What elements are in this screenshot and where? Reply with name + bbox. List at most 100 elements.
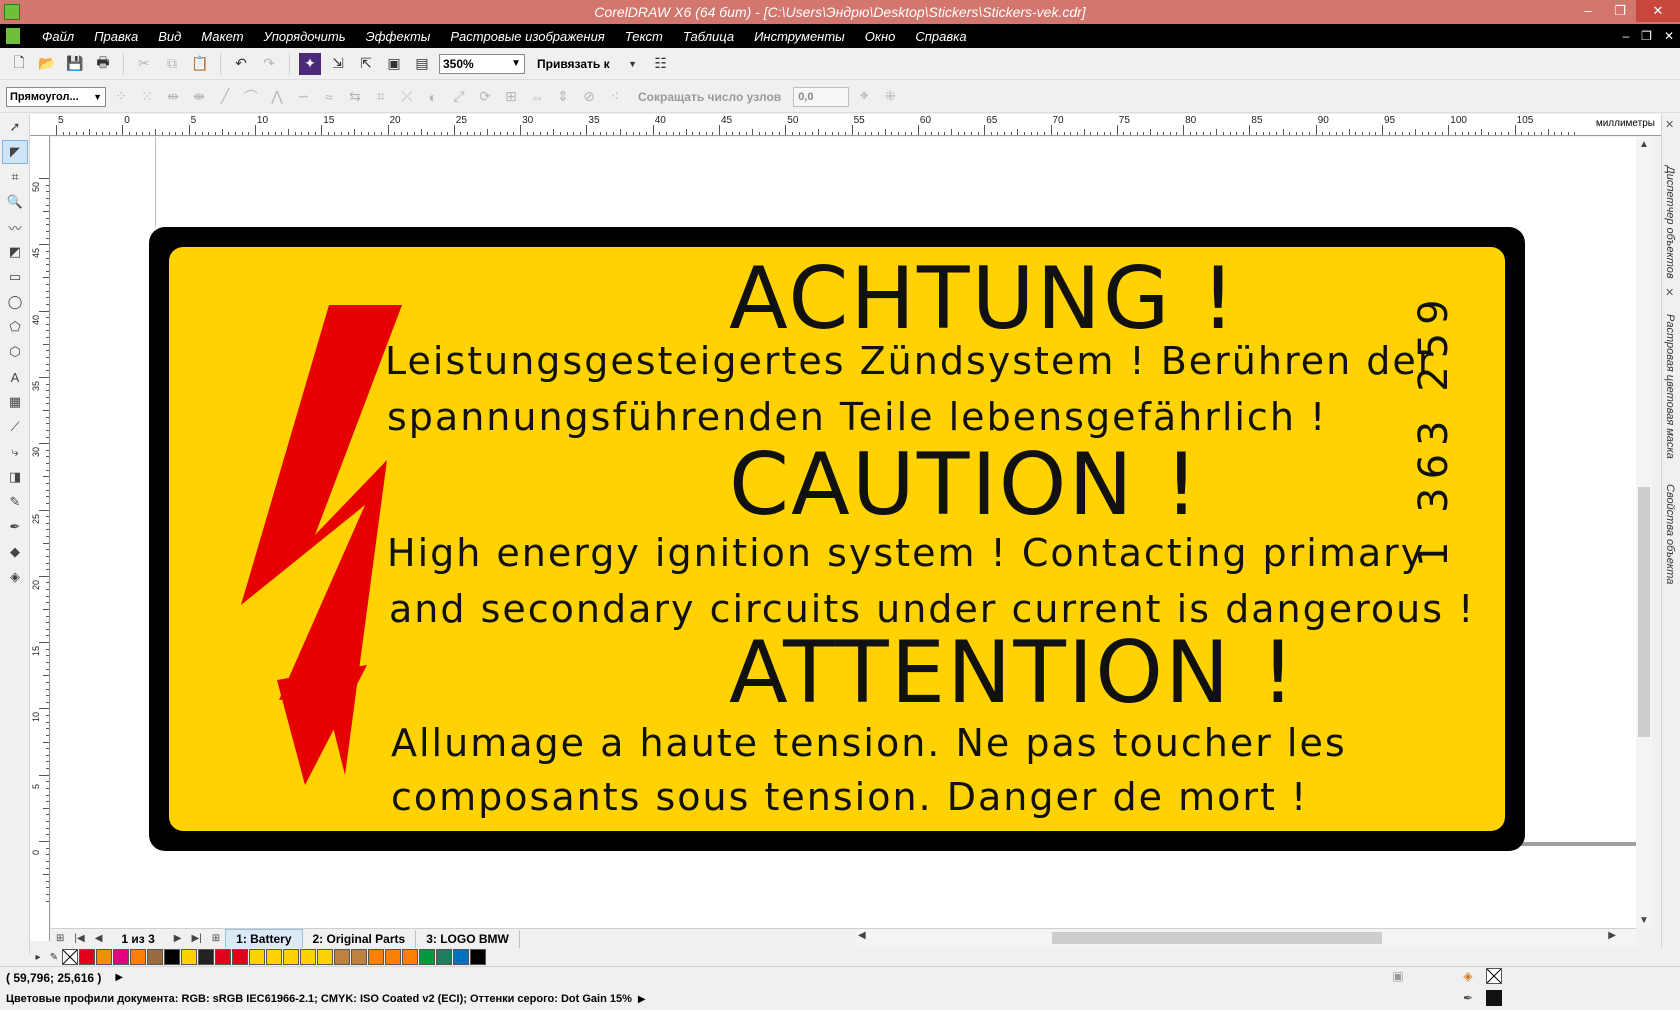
join-nodes-icon[interactable]: ⇹ (162, 86, 184, 108)
crop-tool-icon[interactable]: ⌗ (2, 165, 28, 189)
color-swatch[interactable] (470, 949, 486, 965)
text-english-line-1[interactable]: High energy ignition system ! Contacting… (387, 531, 1425, 575)
tab-object-properties[interactable]: Свойства объекта (1664, 484, 1676, 584)
sticker-background[interactable]: ACHTUNG ! Leistungsgesteigertes Zündsyst… (169, 247, 1505, 831)
close-curve-icon[interactable]: ◐ (422, 86, 444, 108)
smooth-node-icon[interactable]: ∽ (292, 86, 314, 108)
next-page-icon[interactable]: ▶ (169, 933, 187, 944)
color-swatch[interactable] (164, 949, 180, 965)
elastic-mode-icon[interactable]: ⊘ (578, 86, 600, 108)
doc-minimize-button[interactable]: ‒ (1622, 29, 1629, 43)
export-icon[interactable]: ⇱ (355, 53, 377, 75)
menu-view[interactable]: Вид (148, 29, 191, 44)
color-swatch[interactable] (419, 949, 435, 965)
interactive-fill-icon[interactable]: ◈ (2, 565, 28, 589)
reduce-nodes-input[interactable]: 0,0 (793, 86, 850, 107)
color-swatch[interactable] (300, 949, 316, 965)
cusp-node-icon[interactable]: ⋀ (266, 86, 288, 108)
basic-shapes-tool-icon[interactable]: ⬡ (2, 340, 28, 364)
tab-bitmap-color-mask[interactable]: Растровая цветовая маска (1664, 314, 1676, 459)
mirror-vertical-icon[interactable]: ⇕ (552, 86, 574, 108)
menu-file[interactable]: Файл (32, 29, 84, 44)
doc-close-button[interactable]: ✕ (1664, 29, 1674, 43)
tab-page-1[interactable]: 1: Battery (225, 928, 303, 949)
color-swatch[interactable] (113, 949, 129, 965)
close-button[interactable]: ✕ (1636, 0, 1680, 22)
add-page-after-icon[interactable]: ⊞ (207, 933, 225, 944)
shape-tool-icon[interactable]: ◤ (2, 140, 28, 164)
document-color-profiles[interactable]: Цветовые профили документа: RGB: sRGB IE… (6, 993, 632, 1005)
zoom-tool-icon[interactable]: 🔍 (2, 190, 28, 214)
color-eyedropper-icon[interactable]: ✎ (2, 490, 28, 514)
color-swatch[interactable] (249, 949, 265, 965)
fill-none-swatch[interactable] (1486, 968, 1502, 984)
connector-tool-icon[interactable]: ⤷ (2, 440, 28, 464)
smart-fill-tool-icon[interactable]: ◩ (2, 240, 28, 264)
color-swatch[interactable] (317, 949, 333, 965)
color-swatch[interactable] (436, 949, 452, 965)
text-french-line-1[interactable]: Allumage a haute tension. Ne pas toucher… (391, 721, 1347, 765)
color-swatch[interactable] (96, 949, 112, 965)
zoom-level-select[interactable]: 350% ▼ (439, 53, 525, 74)
extract-subpath-icon[interactable]: ⤫ (396, 86, 418, 108)
fill-bucket-icon[interactable]: ◈ (1460, 968, 1476, 984)
color-swatch[interactable] (334, 949, 350, 965)
shape-type-select[interactable]: Прямоугол... ▼ (6, 86, 106, 107)
align-nodes-icon[interactable]: ⊞ (500, 86, 522, 108)
delete-node-icon[interactable]: ⁙ (136, 86, 158, 108)
open-folder-icon[interactable]: 📂 (36, 53, 58, 75)
to-line-icon[interactable]: ╱ (214, 86, 236, 108)
reverse-direction-icon[interactable]: ⇆ (344, 86, 366, 108)
minimize-button[interactable]: ‒ (1572, 0, 1604, 22)
add-node-icon[interactable]: ⁘ (110, 86, 132, 108)
horizontal-scroll-thumb[interactable] (1052, 932, 1382, 944)
scroll-down-icon[interactable]: ▼ (1636, 915, 1652, 926)
horizontal-scrollbar[interactable]: ◀ ▶ (856, 929, 1636, 947)
snap-to-dropdown[interactable]: Привязать к (531, 57, 616, 71)
menu-window[interactable]: Окно (855, 29, 906, 44)
expand-profiles-icon[interactable]: ▶ (638, 994, 646, 1005)
menu-effects[interactable]: Эффекты (356, 29, 441, 44)
outline-pen-icon[interactable]: ✒ (2, 515, 28, 539)
menu-edit[interactable]: Правка (84, 29, 148, 44)
menu-layout[interactable]: Макет (191, 29, 253, 44)
import-icon[interactable]: ⇲ (327, 53, 349, 75)
stepper-icon[interactable]: ✥ (853, 86, 875, 108)
chevron-down-icon[interactable]: ▼ (622, 53, 644, 75)
scroll-right-icon[interactable]: ▶ (1608, 930, 1616, 941)
lightning-bolt-icon[interactable] (217, 305, 407, 785)
undo-icon[interactable]: ↶ (230, 53, 252, 75)
break-curve-icon[interactable]: ⇼ (188, 86, 210, 108)
doc-restore-button[interactable]: ❐ (1641, 29, 1652, 43)
mirror-horizontal-icon[interactable]: ⇔ (526, 86, 548, 108)
horizontal-ruler[interactable]: миллиметры 5 0 5 10 15 20 25 30 35 40 45 50 55 60 65 70… (30, 114, 1661, 136)
heading-french[interactable]: ATTENTION ! (729, 623, 1297, 723)
new-document-icon[interactable]: 🗋 (8, 53, 30, 75)
last-page-icon[interactable]: ▶| (186, 933, 206, 944)
text-german-line-1[interactable]: Leistungsgesteigertes Zündsystem ! Berüh… (385, 339, 1435, 383)
redo-icon[interactable]: ↷ (258, 53, 280, 75)
rotate-nodes-icon[interactable]: ⟳ (474, 86, 496, 108)
print-icon[interactable]: 🖶 (92, 53, 114, 75)
tab-object-manager[interactable]: Диспетчер объектов (1664, 166, 1676, 279)
eyedropper-icon[interactable]: ✎ (46, 952, 62, 963)
prev-page-icon[interactable]: ◀ (90, 933, 108, 944)
copy-icon[interactable]: ⧉ (161, 53, 183, 75)
color-swatch[interactable] (368, 949, 384, 965)
color-proof-icon[interactable]: ▣ (1390, 968, 1406, 984)
vertical-scrollbar[interactable]: ▲ ▼ (1636, 137, 1652, 928)
no-color-swatch[interactable] (62, 949, 78, 965)
color-swatch[interactable] (351, 949, 367, 965)
tab-page-2[interactable]: 2: Original Parts (303, 929, 417, 948)
maximize-button[interactable]: ❐ (1604, 0, 1636, 22)
options-icon[interactable]: ☷ (650, 53, 672, 75)
dimension-tool-icon[interactable]: ⟋ (2, 415, 28, 439)
welcome-screen-icon[interactable]: ▤ (411, 53, 433, 75)
scroll-up-icon[interactable]: ▲ (1636, 139, 1652, 150)
scroll-left-icon[interactable]: ◀ (858, 930, 866, 941)
color-swatch[interactable] (232, 949, 248, 965)
color-swatch[interactable] (402, 949, 418, 965)
rectangle-tool-icon[interactable]: ▭ (2, 265, 28, 289)
extend-curve-icon[interactable]: ⌗ (370, 86, 392, 108)
color-swatch[interactable] (130, 949, 146, 965)
